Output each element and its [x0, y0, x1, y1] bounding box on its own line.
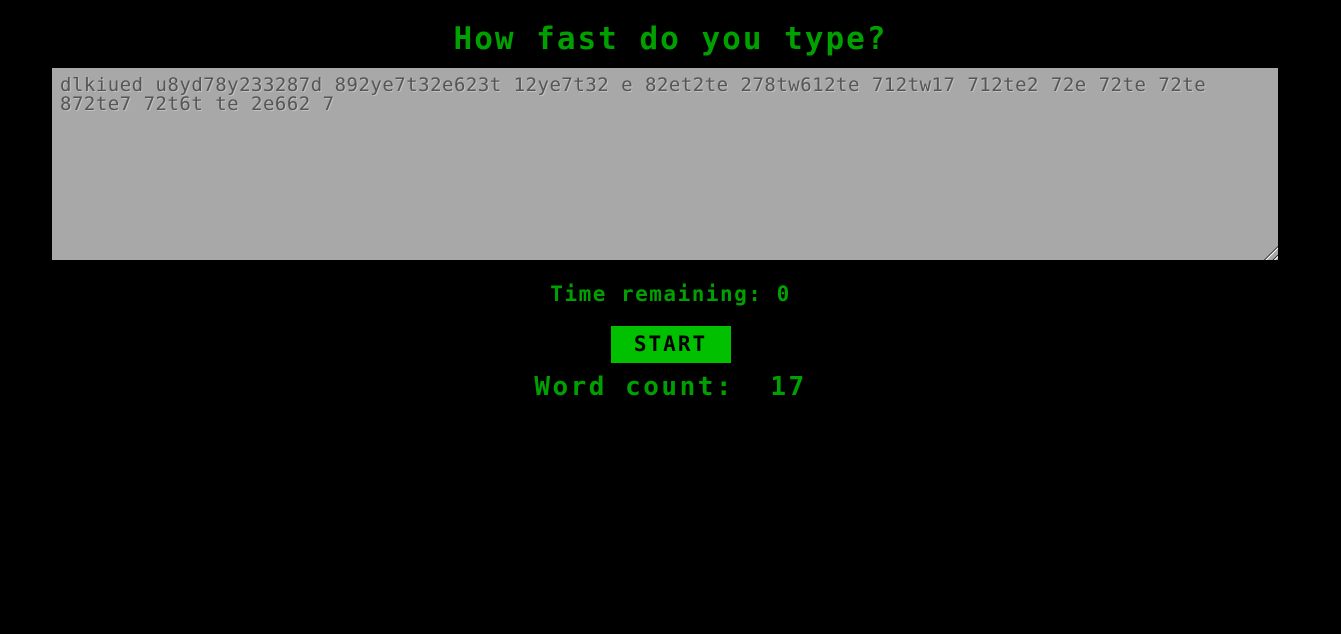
start-button[interactable]: START: [610, 326, 731, 363]
start-button-container: START: [0, 326, 1341, 363]
word-count-status: Word count: 17: [534, 372, 807, 402]
time-remaining-status: Time remaining: 0: [550, 282, 791, 306]
typing-test-app: How fast do you type? Time remaining: 0 …: [0, 0, 1341, 634]
page-title: How fast do you type?: [453, 21, 888, 57]
typing-input[interactable]: [52, 68, 1278, 260]
